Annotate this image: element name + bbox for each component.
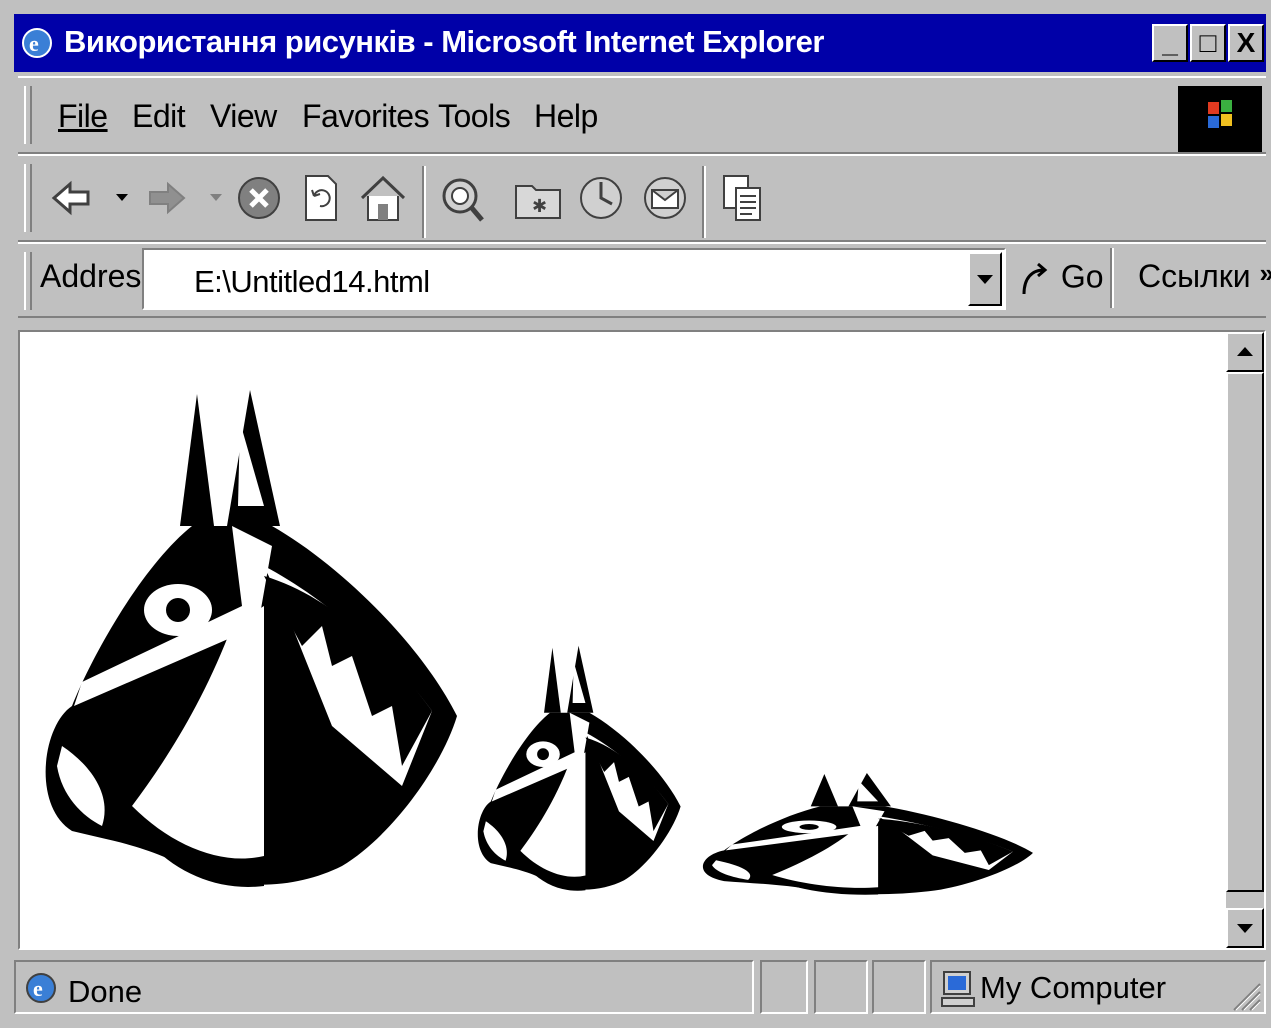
arrow-down-icon: [1237, 924, 1253, 933]
resize-grip-icon[interactable]: [1228, 978, 1262, 1012]
title-bar[interactable]: e Використання рисунків - Microsoft Inte…: [14, 14, 1266, 72]
scroll-down-button[interactable]: [1226, 908, 1264, 948]
zone-text: My Computer: [980, 970, 1167, 1005]
links-label: Ссылки: [1138, 258, 1251, 294]
svg-text:e: e: [29, 31, 39, 56]
links-separator: [1110, 248, 1114, 308]
back-icon[interactable]: [50, 170, 94, 226]
horse-head-small-image: [477, 645, 681, 891]
menu-grip[interactable]: [24, 86, 32, 144]
windows-logo-icon: [1178, 86, 1262, 152]
horse-head-flattened-image: [702, 772, 1033, 895]
address-dropdown-button[interactable]: [968, 252, 1002, 306]
go-label: Go: [1060, 258, 1104, 295]
back-dropdown-icon[interactable]: [114, 170, 130, 226]
toolbar-separator-2: [702, 166, 706, 238]
status-text: Done: [68, 974, 143, 1009]
menu-tools[interactable]: Tools: [438, 98, 511, 135]
menu-favorites[interactable]: Favorites: [302, 98, 430, 135]
refresh-icon[interactable]: [298, 170, 342, 226]
scroll-thumb[interactable]: [1226, 372, 1264, 892]
chevron-down-icon: [977, 275, 993, 284]
close-button[interactable]: X: [1228, 24, 1264, 62]
go-arrow-icon: [1022, 262, 1048, 295]
go-button[interactable]: Go: [1018, 254, 1104, 304]
menu-edit[interactable]: Edit: [132, 98, 186, 135]
menu-bar: File Edit View Favorites Tools Help: [18, 76, 1266, 154]
status-bar: e Done My Computer: [14, 958, 1266, 1018]
svg-text:e: e: [33, 976, 43, 1001]
toolbar-separator: [422, 166, 426, 238]
address-value: E:\Untitled14.html: [194, 264, 430, 299]
mail-icon[interactable]: [640, 170, 690, 226]
history-icon[interactable]: [576, 170, 626, 226]
toolbar-grip[interactable]: [24, 164, 32, 232]
address-grip[interactable]: [24, 252, 32, 310]
search-icon[interactable]: [438, 170, 488, 226]
horse-head-large-image: [45, 390, 458, 887]
copy-icon[interactable]: [718, 170, 768, 226]
vertical-scrollbar[interactable]: [1226, 332, 1264, 948]
address-input[interactable]: E:\Untitled14.html: [142, 248, 1006, 310]
arrow-up-icon: [1237, 347, 1253, 356]
svg-text:✱: ✱: [532, 196, 547, 217]
browser-window: e Використання рисунків - Microsoft Inte…: [0, 0, 1271, 1028]
maximize-button[interactable]: □: [1190, 24, 1226, 62]
links-button[interactable]: Ссылки »: [1138, 258, 1271, 295]
status-panel-empty-1: [760, 960, 808, 1014]
menu-file[interactable]: File: [58, 98, 108, 135]
page-content: [18, 330, 1266, 950]
scroll-up-button[interactable]: [1226, 332, 1264, 372]
stop-icon[interactable]: [234, 170, 284, 226]
more-links-icon[interactable]: »: [1260, 258, 1271, 288]
minimize-button[interactable]: _: [1152, 24, 1188, 62]
address-label: Address: [40, 258, 158, 294]
status-panel: e Done: [14, 960, 754, 1014]
forward-dropdown-icon[interactable]: [208, 170, 224, 226]
favorites-icon[interactable]: ✱: [512, 170, 566, 226]
status-panel-empty-2: [814, 960, 868, 1014]
ie-page-icon: e: [26, 973, 56, 1003]
ie-logo-icon: e: [22, 28, 52, 58]
home-icon[interactable]: [358, 170, 408, 226]
address-bar: Address E:\Untitled14.html Go Ссылки »: [18, 242, 1271, 318]
standard-toolbar: ✱: [18, 154, 1266, 242]
status-panel-empty-3: [872, 960, 926, 1014]
menu-view[interactable]: View: [210, 98, 277, 135]
my-computer-icon: [941, 971, 975, 1007]
forward-icon[interactable]: [144, 170, 188, 226]
window-title: Використання рисунків - Microsoft Intern…: [64, 24, 824, 59]
menu-help[interactable]: Help: [534, 98, 598, 135]
